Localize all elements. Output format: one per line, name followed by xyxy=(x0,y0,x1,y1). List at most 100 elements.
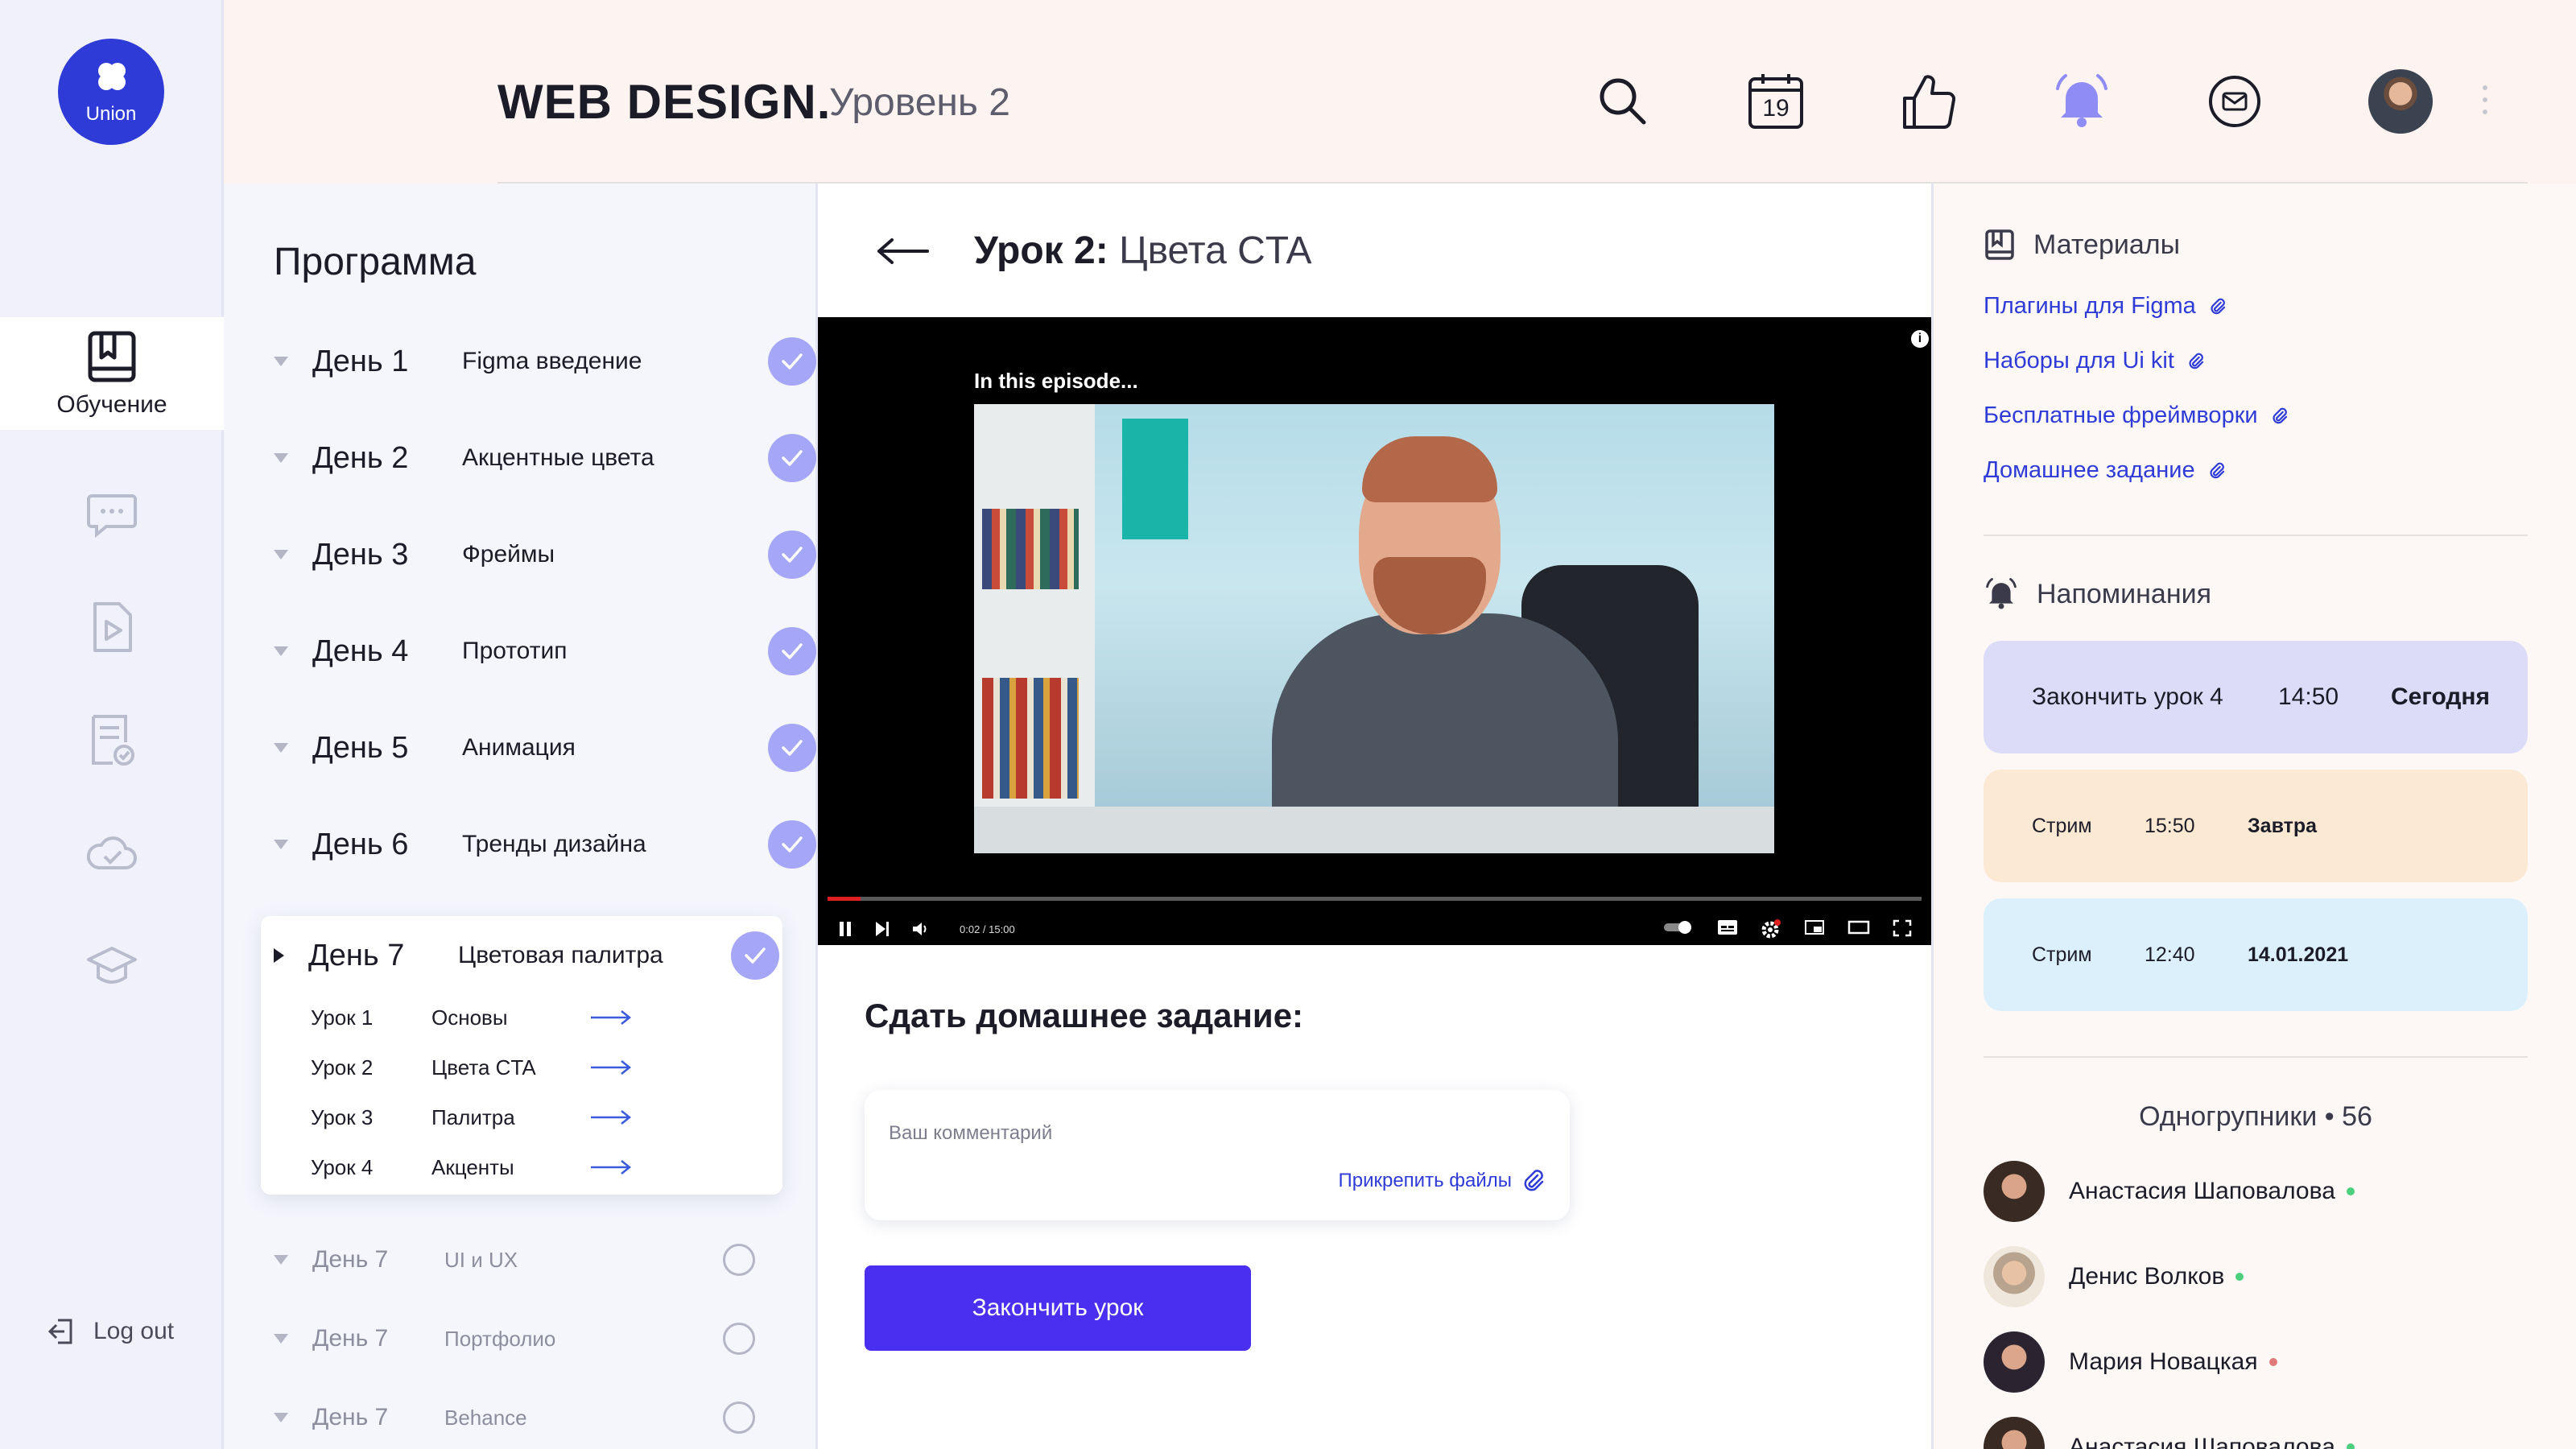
avatar xyxy=(1984,1246,2045,1307)
classmate-item[interactable]: Анастасия Шаповалова xyxy=(1984,1417,2355,1449)
user-avatar[interactable] xyxy=(2368,69,2433,134)
union-logo[interactable]: Union xyxy=(58,39,164,145)
divider xyxy=(1984,1056,2528,1058)
online-status-dot xyxy=(2235,1273,2244,1281)
day-name: День 7 xyxy=(312,1325,389,1352)
arrow-right-icon xyxy=(591,1060,632,1075)
material-link[interactable]: Наборы для Ui kit xyxy=(1984,348,2205,374)
materials-header: Материалы xyxy=(1984,229,2180,261)
reminder-card[interactable]: Стрим 15:50 Завтра xyxy=(1984,770,2528,882)
material-link-label: Домашнее задание xyxy=(1984,457,2195,483)
classmate-item[interactable]: Анастасия Шаповалова xyxy=(1984,1161,2355,1222)
lesson-row[interactable]: Урок 1 Основы xyxy=(311,1001,633,1034)
volume-icon[interactable] xyxy=(911,920,931,938)
info-icon[interactable]: i xyxy=(1911,330,1929,348)
classmate-item[interactable]: Денис Волков xyxy=(1984,1246,2244,1307)
day-name: День 7 xyxy=(312,1246,389,1273)
chevron-down-icon xyxy=(274,840,288,849)
thumbs-up-icon[interactable] xyxy=(1898,71,1959,132)
day-name: День 7 xyxy=(312,1404,389,1430)
reminder-day: Завтра xyxy=(2248,814,2318,837)
autoplay-toggle-icon[interactable] xyxy=(1662,919,1695,943)
day-topic: Figma введение xyxy=(462,348,642,374)
day-topic: UI и UX xyxy=(444,1247,518,1272)
finish-lesson-button[interactable]: Закончить урок xyxy=(865,1265,1251,1351)
theater-mode-icon[interactable] xyxy=(1847,919,1870,943)
material-link[interactable]: Бесплатные фреймворки xyxy=(1984,402,2289,429)
video-progress-bar[interactable] xyxy=(828,897,1922,901)
logout-icon xyxy=(47,1319,72,1344)
video-player[interactable]: In this episode... i 0:02 / 15:00 xyxy=(818,317,1931,945)
document-check-icon[interactable] xyxy=(84,712,140,768)
comment-input[interactable]: Ваш комментарий Прикрепить файлы xyxy=(865,1090,1570,1220)
material-link-label: Бесплатные фреймворки xyxy=(1984,402,2258,428)
next-icon[interactable] xyxy=(874,920,890,938)
lesson-row[interactable]: Урок 3 Палитра xyxy=(311,1101,633,1133)
expanded-day-card: День 7 Цветовая палитра Урок 1 Основы Ур… xyxy=(261,916,782,1195)
attach-files-link[interactable]: Прикрепить файлы xyxy=(1338,1169,1546,1193)
sidebar-item-learning[interactable]: Обучение xyxy=(0,317,224,430)
lesson-title-prefix: Урок 2: xyxy=(974,229,1108,272)
lesson-row[interactable]: Урок 2 Цвета CTA xyxy=(311,1051,633,1084)
check-icon xyxy=(768,434,816,482)
check-icon xyxy=(731,931,779,980)
online-status-dot xyxy=(2268,1358,2277,1366)
lesson-number: Урок 3 xyxy=(311,1104,374,1129)
calendar-button[interactable]: 19 xyxy=(1745,71,1806,132)
lesson-row[interactable]: Урок 4 Акценты xyxy=(311,1151,633,1183)
check-icon xyxy=(768,337,816,386)
settings-gear-icon[interactable] xyxy=(1761,919,1781,943)
arrow-right-icon xyxy=(591,1160,632,1174)
reminder-card[interactable]: Закончить урок 4 14:50 Сегодня xyxy=(1984,641,2528,753)
paperclip-icon xyxy=(2273,407,2287,423)
back-arrow-icon[interactable] xyxy=(874,235,931,267)
classmate-name: Денис Волков xyxy=(2069,1263,2225,1290)
lesson-topic: Акценты xyxy=(431,1154,514,1179)
reminder-time: 12:40 xyxy=(2145,943,2195,966)
cloud-check-icon[interactable] xyxy=(84,824,140,881)
day-name: День 7 xyxy=(308,938,405,972)
day-name: День 4 xyxy=(312,634,409,668)
more-menu-icon[interactable] xyxy=(2483,85,2489,118)
subtitles-icon[interactable] xyxy=(1717,919,1738,943)
graduation-cap-icon[interactable] xyxy=(84,937,140,993)
lesson-number: Урок 4 xyxy=(311,1154,374,1179)
video-file-icon[interactable] xyxy=(84,599,140,655)
attach-label: Прикрепить файлы xyxy=(1338,1170,1512,1191)
classmate-item[interactable]: Мария Новацкая xyxy=(1984,1331,2277,1393)
chevron-down-icon xyxy=(274,357,288,366)
day-topic: Фреймы xyxy=(462,541,555,568)
incomplete-circle-icon xyxy=(723,1244,755,1276)
reminder-text: Стрим xyxy=(2032,814,2092,837)
chevron-down-icon xyxy=(274,1255,288,1265)
material-link-label: Наборы для Ui kit xyxy=(1984,348,2174,374)
reminder-day: 14.01.2021 xyxy=(2248,943,2349,966)
material-link[interactable]: Плагины для Figma xyxy=(1984,293,2227,320)
chevron-down-icon xyxy=(274,743,288,753)
avatar xyxy=(1984,1331,2045,1393)
program-panel: Программа День 1 Figma введение День 2 А… xyxy=(224,184,818,1449)
level-subtitle: Уровень 2 xyxy=(829,81,1010,124)
bell-icon[interactable] xyxy=(2051,71,2112,132)
reminder-card[interactable]: Стрим 12:40 14.01.2021 xyxy=(1984,898,2528,1011)
fullscreen-icon[interactable] xyxy=(1893,919,1912,943)
pause-icon[interactable] xyxy=(837,920,853,938)
paperclip-icon xyxy=(2211,298,2225,314)
day-topic: Тренды дизайна xyxy=(462,831,646,857)
classmates-title: Одногрупники • 56 xyxy=(2139,1101,2372,1132)
avatar xyxy=(1984,1161,2045,1222)
day-topic: Портфолио xyxy=(444,1326,556,1351)
mail-icon[interactable] xyxy=(2204,71,2265,132)
reminder-text: Закончить урок 4 xyxy=(2032,683,2223,710)
miniplayer-icon[interactable] xyxy=(1804,919,1825,943)
logo-text: Union xyxy=(85,103,137,125)
search-icon[interactable] xyxy=(1592,71,1653,132)
logout-button[interactable]: Log out xyxy=(47,1317,174,1346)
chat-icon[interactable] xyxy=(84,486,140,543)
chevron-down-icon xyxy=(274,1334,288,1344)
material-link[interactable]: Домашнее задание xyxy=(1984,457,2226,484)
avatar xyxy=(1984,1417,2045,1449)
classmate-name: Анастасия Шаповалова xyxy=(2069,1178,2335,1204)
day-name: День 6 xyxy=(312,827,409,861)
divider xyxy=(1984,535,2528,536)
